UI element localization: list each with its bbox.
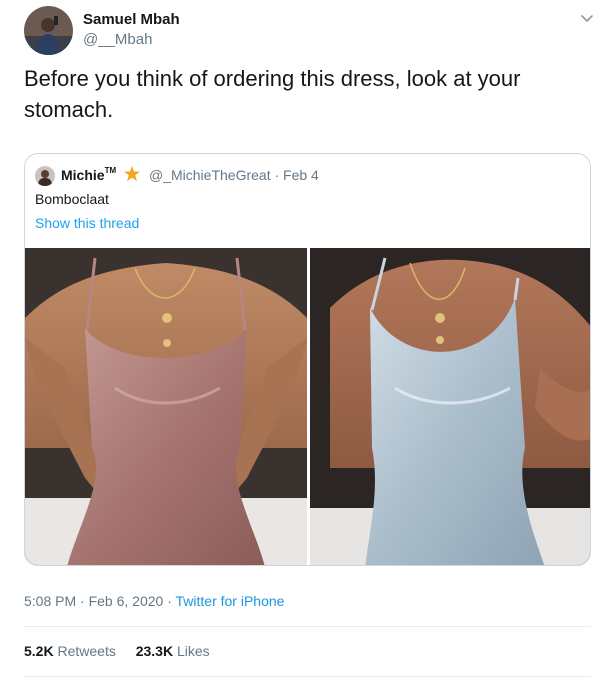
author-handle[interactable]: @__Mbah — [83, 31, 152, 48]
quoted-name-suffix: TM — [104, 166, 117, 175]
tweet-source-link[interactable]: Twitter for iPhone — [176, 593, 285, 609]
quoted-tweet-card[interactable]: MichieTM @_MichieTheGreat · Feb 4 Bomboc… — [24, 153, 591, 566]
divider — [24, 626, 591, 627]
light-blue-satin-dress-photo[interactable] — [310, 248, 590, 565]
author-name[interactable]: Samuel Mbah — [83, 11, 180, 28]
quoted-name-text: Michie — [61, 167, 105, 183]
retweets-label: Retweets — [57, 643, 116, 659]
tweet-timestamp: 5:08 PM · Feb 6, 2020 · Twitter for iPho… — [24, 593, 284, 609]
engagement-stats: 5.2K Retweets 23.3K Likes — [24, 643, 226, 659]
pink-satin-dress-photo[interactable] — [25, 248, 307, 565]
quoted-avatar — [35, 166, 55, 186]
timestamp-time[interactable]: 5:08 PM · Feb 6, 2020 · — [24, 593, 176, 609]
quoted-author-name: MichieTM — [61, 166, 117, 183]
quoted-meta: @_MichieTheGreat · Feb 4 — [149, 167, 319, 183]
show-thread-link[interactable]: Show this thread — [35, 215, 139, 231]
star-icon — [123, 165, 141, 183]
tweet-text: Before you think of ordering this dress,… — [24, 66, 521, 122]
divider — [24, 676, 591, 677]
avatar[interactable] — [24, 6, 73, 55]
tweet: Samuel Mbah @__Mbah Before you think of … — [0, 0, 615, 686]
likes-label: Likes — [176, 643, 210, 659]
likes-stat[interactable]: 23.3K Likes — [136, 643, 210, 659]
retweets-count: 5.2K — [24, 643, 54, 659]
likes-count: 23.3K — [135, 643, 174, 659]
quoted-text: Bomboclaat — [35, 191, 109, 207]
chevron-down-icon[interactable] — [579, 12, 595, 24]
quoted-photos — [25, 248, 590, 565]
retweets-stat[interactable]: 5.2K Retweets — [24, 643, 116, 659]
